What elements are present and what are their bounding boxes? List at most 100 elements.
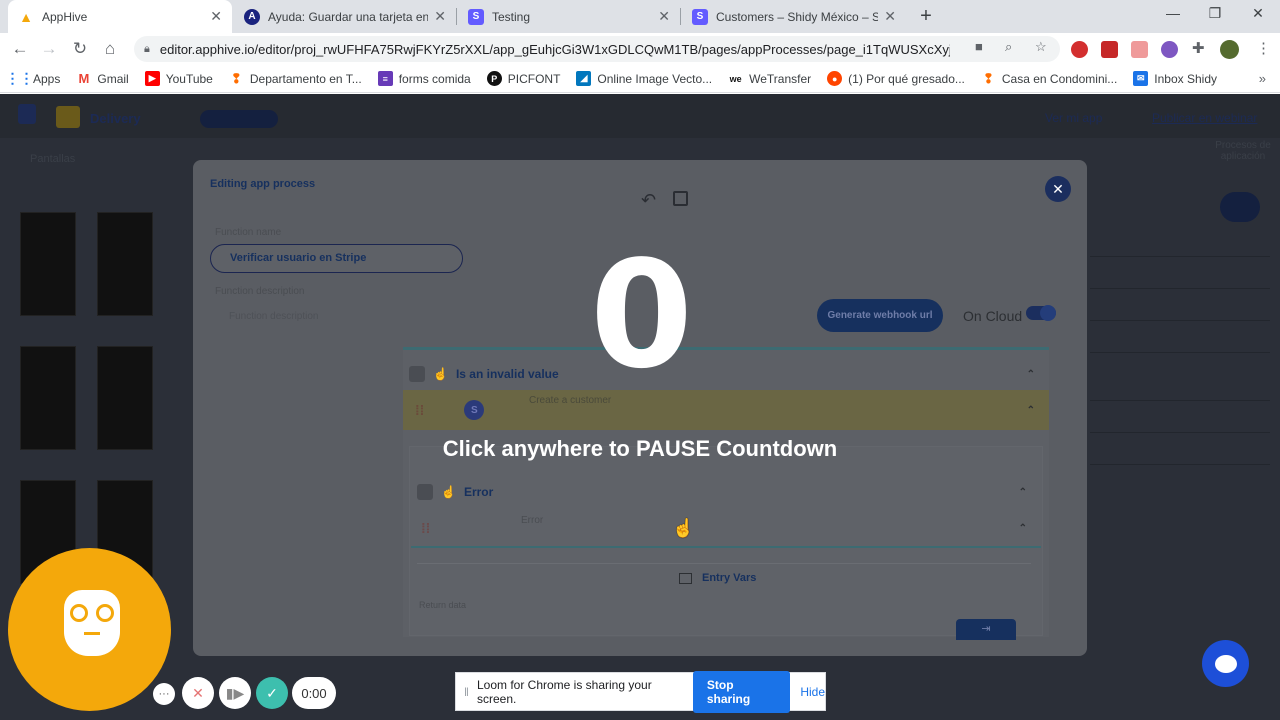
- reload-icon[interactable]: ↻: [68, 37, 92, 61]
- bookmark-reddit[interactable]: ● (1) Por qué gresado...: [827, 71, 965, 86]
- forward-icon[interactable]: →: [37, 37, 61, 61]
- vector-icon: ◢: [576, 71, 592, 86]
- gmail-icon: M: [78, 71, 90, 86]
- pdf-icon[interactable]: [1101, 41, 1118, 58]
- tab-testing[interactable]: S Testing ✕: [458, 0, 680, 33]
- bookmark-label: Departamento en T...: [249, 71, 362, 86]
- add-button[interactable]: [1220, 192, 1260, 222]
- chevron-up-icon[interactable]: ⌃: [1027, 369, 1035, 380]
- chevron-up-icon[interactable]: ⌃: [1019, 523, 1027, 534]
- error-section[interactable]: ☝ Error ⌃: [411, 476, 1041, 508]
- loom-more-button[interactable]: ···: [153, 683, 175, 705]
- loom-cancel-button[interactable]: ✕: [182, 677, 214, 709]
- bookmarks-bar: ⋮⋮ Apps M Gmail ▶ YouTube ❢ Departamento…: [0, 65, 1280, 93]
- function-description-input[interactable]: Function description: [229, 311, 319, 322]
- save-icon[interactable]: [673, 191, 688, 206]
- function-name-input[interactable]: Verificar usuario en Stripe: [210, 244, 463, 273]
- bookmark-label: Inbox Shidy: [1154, 71, 1218, 86]
- process-row[interactable]: [1090, 353, 1270, 401]
- bookmark-casa[interactable]: ❢ Casa en Condomini...: [981, 71, 1117, 86]
- process-row[interactable]: [1090, 321, 1270, 353]
- lock-icon: 🔒︎: [144, 42, 150, 55]
- create-customer-block[interactable]: ⁞⁞ S Create a customer ⌃: [403, 390, 1049, 430]
- bookmark-forms[interactable]: ≡ forms comida: [377, 71, 471, 86]
- invalid-value-section[interactable]: ☝ Is an invalid value ⌃: [403, 358, 1049, 390]
- close-icon[interactable]: ✕: [658, 8, 670, 25]
- tab-title: Ayuda: Guardar una tarjeta en Str: [268, 9, 429, 24]
- camera-icon[interactable]: ■: [975, 39, 983, 54]
- apphive-icon: ▲: [19, 8, 33, 25]
- error-block[interactable]: ⁞⁞ Error ⌃: [411, 510, 1041, 548]
- bookmark-departamento[interactable]: ❢ Departamento en T...: [229, 71, 362, 86]
- bookmark-youtube[interactable]: ▶ YouTube: [144, 71, 213, 86]
- bookmark-label: forms comida: [398, 71, 471, 86]
- countdown-number[interactable]: 0: [590, 240, 693, 390]
- address-bar[interactable]: 🔒︎ editor.apphive.io/editor/proj_rwUFHFA…: [134, 36, 1060, 62]
- chat-bubble-icon: [1214, 654, 1237, 673]
- bookmark-inbox[interactable]: ✉ Inbox Shidy: [1133, 71, 1217, 86]
- process-row[interactable]: [1090, 401, 1270, 433]
- screen-thumbnail[interactable]: [20, 346, 76, 450]
- bookmark-vector[interactable]: ◢ Online Image Vecto...: [576, 71, 712, 86]
- close-modal-button[interactable]: ✕: [1045, 176, 1071, 202]
- entry-button[interactable]: ⇥: [956, 619, 1016, 640]
- minimize-icon[interactable]: —: [1163, 5, 1183, 21]
- tab-apphive[interactable]: ▲ AppHive ✕: [8, 0, 232, 33]
- sidebar-label[interactable]: Pantallas: [30, 153, 75, 165]
- close-icon[interactable]: ✕: [434, 8, 446, 25]
- drag-handle[interactable]: ⁞⁞: [415, 402, 424, 418]
- block-icon: [417, 484, 433, 500]
- tab-ayuda[interactable]: A Ayuda: Guardar una tarjeta en Str ✕: [234, 0, 456, 33]
- generate-webhook-button[interactable]: Generate webhook url: [817, 299, 943, 332]
- process-row[interactable]: [1090, 257, 1270, 289]
- tab-divider: [680, 8, 681, 25]
- tab-customers[interactable]: S Customers – Shidy México – Strip ✕: [682, 0, 906, 33]
- on-cloud-toggle[interactable]: [1026, 305, 1056, 321]
- screen-thumbnail[interactable]: [97, 212, 153, 316]
- chat-button[interactable]: [1202, 640, 1249, 687]
- chevron-up-icon[interactable]: ⌃: [1019, 487, 1027, 498]
- header-link[interactable]: Publicar en webinar: [1152, 111, 1257, 125]
- stripe-icon: S: [692, 8, 708, 25]
- drag-handle[interactable]: ⁞⁞: [421, 520, 430, 536]
- back-icon[interactable]: ←: [8, 37, 32, 61]
- extension-icon[interactable]: [1131, 41, 1148, 58]
- star-icon[interactable]: ☆: [1035, 39, 1047, 55]
- restore-icon[interactable]: ❐: [1205, 5, 1225, 22]
- close-icon[interactable]: ✕: [210, 8, 222, 25]
- drag-handle[interactable]: ‖: [464, 685, 469, 699]
- logic-panel: ☝ Is an invalid value ⌃ ⁞⁞ S Create a cu…: [403, 347, 1049, 640]
- loom-finish-button[interactable]: ✓: [256, 677, 288, 709]
- screen-thumbnail[interactable]: [20, 212, 76, 316]
- bookmark-apps[interactable]: ⋮⋮ Apps: [6, 70, 61, 86]
- bookmark-gmail[interactable]: M Gmail: [76, 71, 128, 86]
- profile-avatar[interactable]: [1220, 40, 1239, 59]
- stop-sharing-button[interactable]: Stop sharing: [692, 670, 791, 713]
- undo-icon[interactable]: ↶: [641, 190, 656, 211]
- project-name[interactable]: Delivery: [90, 111, 141, 126]
- window-close-icon[interactable]: ✕: [1248, 5, 1268, 22]
- close-icon[interactable]: ✕: [884, 8, 896, 25]
- hide-button[interactable]: Hide: [800, 685, 825, 699]
- bookmark-wetransfer[interactable]: we WeTransfer: [728, 71, 812, 86]
- loom-pause-button[interactable]: ▮▶: [219, 677, 251, 709]
- function-description-label: Function description: [215, 286, 305, 297]
- section-title: Error: [463, 485, 494, 499]
- pin-icon: ❢: [230, 70, 242, 86]
- new-tab-icon[interactable]: +: [914, 4, 938, 28]
- menu-icon[interactable]: ⋮: [1256, 39, 1271, 57]
- chevron-up-icon[interactable]: ⌃: [1027, 405, 1035, 416]
- extension-icon[interactable]: [1071, 41, 1088, 58]
- loom-avatar[interactable]: [8, 548, 171, 711]
- puzzle-icon[interactable]: ✚: [1192, 39, 1205, 57]
- screen-thumbnail[interactable]: [97, 346, 153, 450]
- pause-countdown-message[interactable]: Click anywhere to PAUSE Countdown: [0, 436, 1280, 462]
- more-bookmarks-icon[interactable]: »: [1259, 71, 1266, 86]
- header-right-text[interactable]: Ver mi app: [1045, 111, 1102, 125]
- zoom-icon[interactable]: ⌕: [1005, 39, 1012, 55]
- home-icon[interactable]: ⌂: [98, 37, 122, 61]
- process-row[interactable]: [1090, 289, 1270, 321]
- bookmark-picfont[interactable]: P PICFONT: [486, 71, 560, 86]
- extension-icon[interactable]: [1161, 41, 1178, 58]
- hand-icon: ☝: [441, 485, 456, 499]
